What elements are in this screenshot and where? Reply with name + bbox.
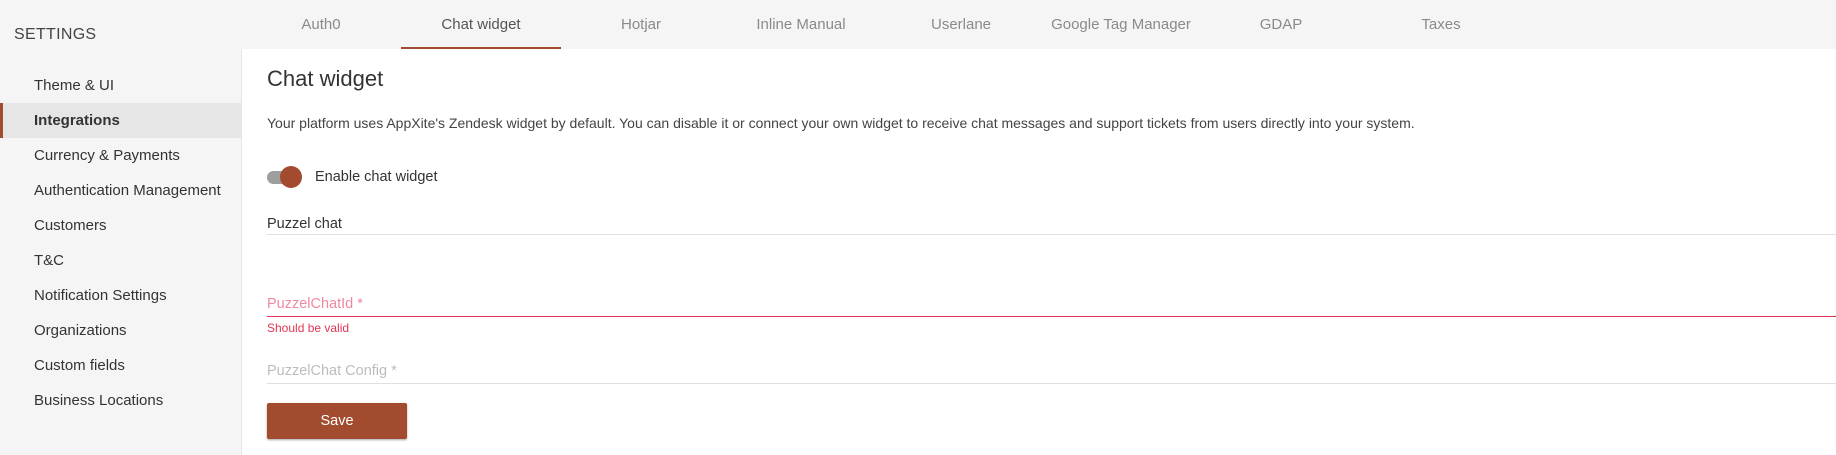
sidebar-item-tc[interactable]: T&C <box>0 243 241 278</box>
tab-auth0[interactable]: Auth0 <box>241 0 401 49</box>
integrations-tab-bar: Auth0 Chat widget Hotjar Inline Manual U… <box>241 0 1836 49</box>
sidebar-item-currency-payments[interactable]: Currency & Payments <box>0 138 241 173</box>
tab-google-tag-manager[interactable]: Google Tag Manager <box>1041 0 1201 49</box>
tab-taxes[interactable]: Taxes <box>1361 0 1521 49</box>
sidebar-item-business-locations[interactable]: Business Locations <box>0 383 241 418</box>
enable-chat-widget-toggle[interactable] <box>267 165 305 189</box>
sidebar-title: SETTINGS <box>14 26 97 43</box>
puzzel-chat-id-field: Should be valid <box>267 295 1836 335</box>
puzzel-chat-section-label: Puzzel chat <box>267 216 342 232</box>
tab-hotjar[interactable]: Hotjar <box>561 0 721 49</box>
enable-chat-widget-row: Enable chat widget <box>267 165 438 189</box>
tab-gdap[interactable]: GDAP <box>1201 0 1361 49</box>
toggle-thumb <box>280 166 302 188</box>
sidebar-item-theme-ui[interactable]: Theme & UI <box>0 68 241 103</box>
sidebar-item-organizations[interactable]: Organizations <box>0 313 241 348</box>
puzzel-chat-id-error: Should be valid <box>267 321 350 335</box>
tab-chat-widget[interactable]: Chat widget <box>401 0 561 49</box>
puzzel-chat-config-input[interactable] <box>267 362 1836 384</box>
sidebar-item-customers[interactable]: Customers <box>0 208 241 243</box>
enable-chat-widget-label: Enable chat widget <box>315 169 438 185</box>
sidebar: SETTINGS Theme & UI Integrations Currenc… <box>0 0 241 455</box>
tab-inline-manual[interactable]: Inline Manual <box>721 0 881 49</box>
section-divider <box>267 234 1836 235</box>
page-title: Chat widget <box>267 66 384 91</box>
sidebar-item-authentication-management[interactable]: Authentication Management <box>0 173 241 208</box>
save-button[interactable]: Save <box>267 403 407 439</box>
sidebar-item-notification-settings[interactable]: Notification Settings <box>0 278 241 313</box>
sidebar-item-integrations[interactable]: Integrations <box>0 103 241 138</box>
sidebar-nav: Theme & UI Integrations Currency & Payme… <box>0 68 241 418</box>
page-description: Your platform uses AppXite's Zendesk wid… <box>267 115 1415 131</box>
puzzel-chat-config-field <box>267 362 1836 384</box>
puzzel-chat-id-input[interactable] <box>267 295 1836 317</box>
tab-userlane[interactable]: Userlane <box>881 0 1041 49</box>
sidebar-item-custom-fields[interactable]: Custom fields <box>0 348 241 383</box>
content-panel: Chat widget Your platform uses AppXite's… <box>241 49 1836 455</box>
